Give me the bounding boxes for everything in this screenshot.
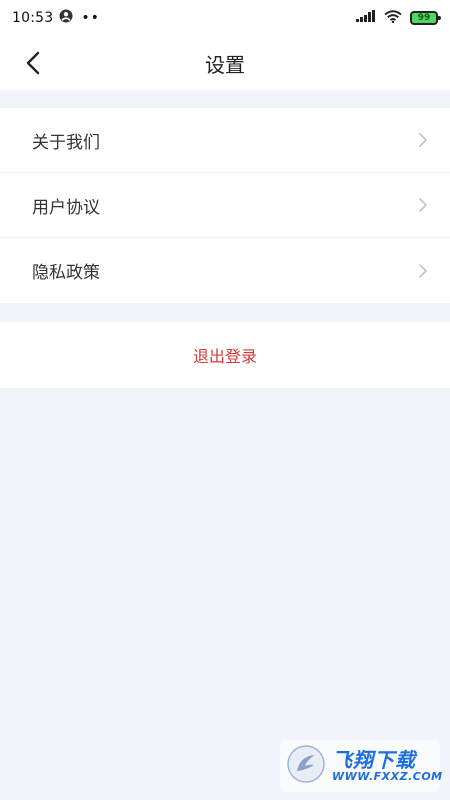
signal-icon bbox=[356, 10, 376, 26]
menu-item-user-agreement[interactable]: 用户协议 bbox=[0, 173, 450, 238]
status-time: 10:53 bbox=[12, 10, 54, 26]
menu-item-label: 隐私政策 bbox=[32, 263, 100, 283]
battery-level: 99 bbox=[417, 13, 431, 23]
chevron-right-icon bbox=[419, 263, 427, 278]
watermark-url: WWW.FXXZ.COM bbox=[332, 769, 443, 783]
menu-item-label: 关于我们 bbox=[32, 132, 100, 153]
chevron-right-icon bbox=[419, 133, 427, 147]
logout-button[interactable]: 退出登录 bbox=[0, 322, 450, 388]
logout-label: 退出登录 bbox=[192, 347, 257, 366]
notification-dots: •• bbox=[81, 10, 100, 26]
watermark-text: 飞翔下载 WWW.FXXZ.COM bbox=[332, 749, 443, 783]
watermark: 飞翔下载 WWW.FXXZ.COM bbox=[280, 740, 443, 792]
status-right: 99 bbox=[356, 9, 441, 27]
back-button[interactable] bbox=[18, 48, 48, 78]
status-bar: 10:53 •• 99 bbox=[0, 0, 450, 36]
menu-item-privacy-policy[interactable]: 隐私政策 bbox=[0, 238, 450, 303]
nav-bar: 设置 bbox=[0, 36, 450, 90]
chevron-right-icon bbox=[419, 198, 427, 212]
settings-menu: 关于我们 用户协议 隐私政策 bbox=[0, 108, 450, 303]
chevron-left-icon bbox=[26, 51, 40, 75]
watermark-brand: 飞翔下载 bbox=[332, 747, 416, 772]
watermark-logo-icon bbox=[286, 744, 326, 788]
user-circle-icon bbox=[59, 9, 73, 27]
page-title: 设置 bbox=[205, 52, 245, 77]
status-left: 10:53 •• bbox=[12, 9, 100, 27]
menu-item-about-us[interactable]: 关于我们 bbox=[0, 108, 450, 173]
battery-icon: 99 bbox=[410, 11, 441, 25]
menu-item-label: 用户协议 bbox=[32, 197, 100, 218]
wifi-icon bbox=[384, 9, 402, 27]
